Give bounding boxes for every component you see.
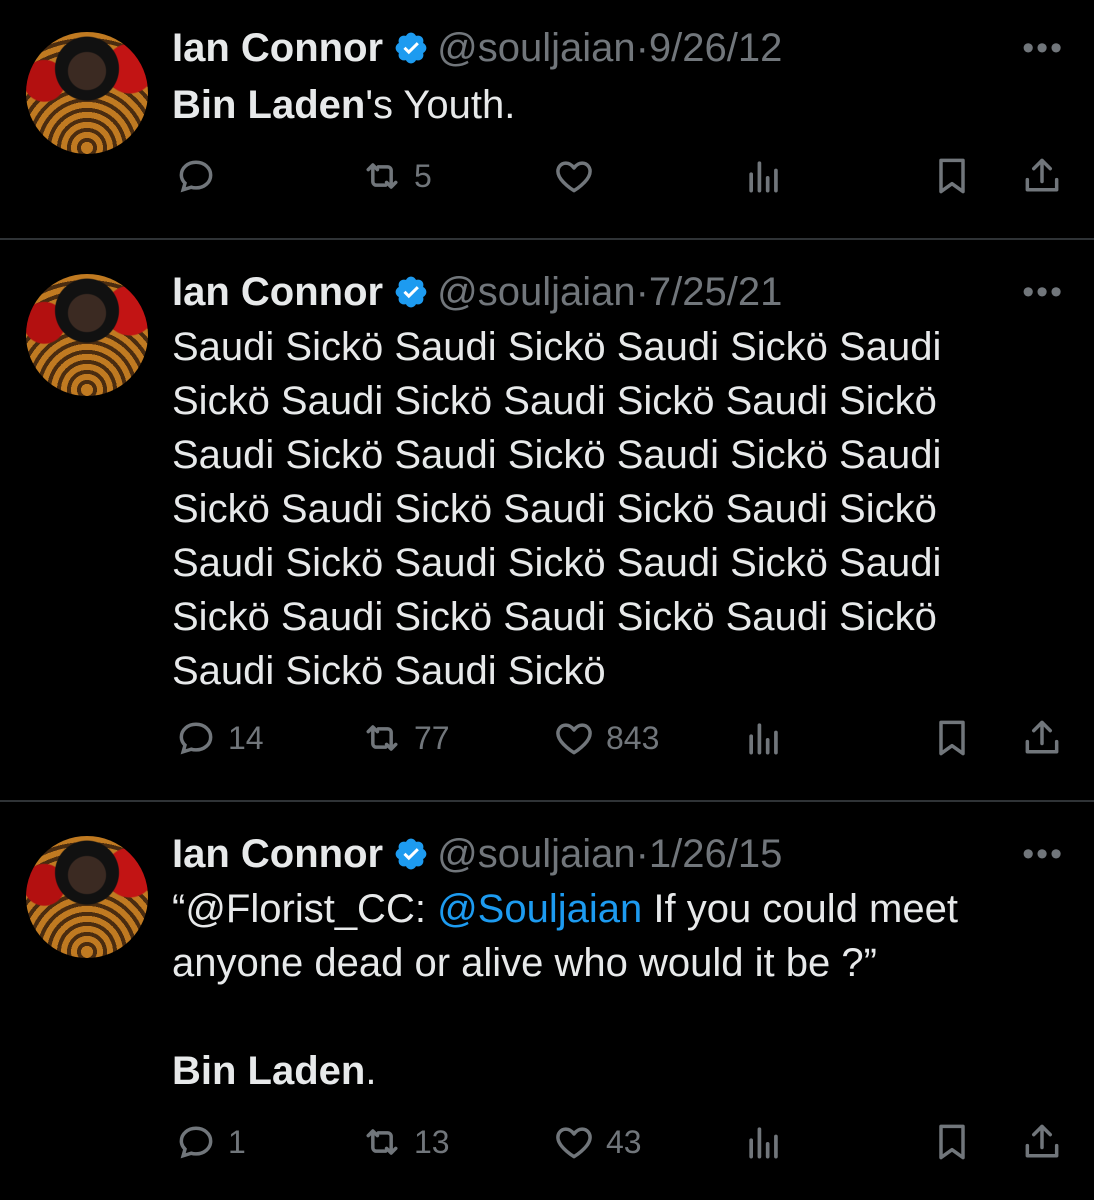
retweet-count: 13	[414, 1123, 450, 1160]
text-line: Saudi Sickö Saudi Sickö	[172, 649, 606, 693]
quote-text: If you could meet	[642, 887, 958, 931]
views-icon	[749, 1127, 778, 1159]
avatar[interactable]	[26, 836, 148, 958]
reply-button[interactable]	[174, 154, 228, 198]
tweet-text: Bin Laden's Youth.	[172, 78, 974, 132]
bookmark-button[interactable]	[930, 716, 974, 760]
like-count: 843	[606, 719, 660, 756]
tweet-text: Saudi Sickö Saudi Sickö Saudi Sickö Saud…	[172, 320, 974, 698]
retweet-button[interactable]: 77	[360, 716, 450, 760]
avatar[interactable]	[26, 32, 148, 154]
separator: ·	[635, 832, 649, 876]
retweet-icon	[366, 1129, 398, 1155]
retweet-button[interactable]: 13	[360, 1120, 450, 1164]
text-line: “@Florist_CC: @Souljaian If you could me…	[172, 882, 974, 936]
views-button[interactable]	[742, 716, 786, 760]
tweet-2[interactable]: Ian Connor @souljaian·7/25/21 ••• Saudi S…	[0, 240, 1094, 800]
tweet-1[interactable]: Ian Connor @souljaian·9/26/12 ••• Bin Lad…	[0, 0, 1094, 238]
bookmark-icon	[939, 1124, 965, 1160]
quote-prefix: “@Florist_CC:	[172, 887, 438, 931]
bookmark-icon	[939, 720, 965, 756]
author-handle[interactable]: @souljaian	[437, 270, 636, 314]
mention-link[interactable]: @Souljaian	[437, 887, 642, 931]
action-bar: 5	[0, 154, 1094, 204]
more-icon[interactable]: •••	[1022, 275, 1064, 309]
text: .	[365, 1049, 377, 1093]
reply-icon	[179, 722, 213, 755]
separator: ·	[635, 26, 649, 70]
bold-text: Bin Laden	[172, 1049, 366, 1093]
text-line: Sickö Saudi Sickö Saudi Sickö Saudi Sick…	[172, 379, 937, 423]
heart-icon	[556, 161, 592, 193]
author-name[interactable]: Ian Connor	[172, 832, 383, 876]
action-bar: 14 77 843	[0, 716, 1094, 766]
retweet-icon	[366, 725, 398, 751]
bookmark-icon	[939, 158, 965, 194]
share-icon	[1025, 1124, 1059, 1158]
like-button[interactable]	[552, 154, 606, 198]
text-line: anyone dead or alive who would it be ?”	[172, 941, 877, 985]
author-handle[interactable]: @souljaian	[437, 832, 636, 876]
text-line: Sickö Saudi Sickö Saudi Sickö Saudi Sick…	[172, 487, 937, 531]
tweet-3[interactable]: Ian Connor @souljaian·1/26/15 ••• “@Flori…	[0, 802, 1094, 1200]
tweet-date[interactable]: 1/26/15	[649, 832, 782, 876]
heart-icon	[556, 1127, 592, 1159]
action-bar: 1 13 43	[0, 1120, 1094, 1170]
reply-icon	[179, 160, 213, 193]
like-button[interactable]: 43	[552, 1120, 642, 1164]
text: 's Youth.	[365, 83, 516, 127]
bookmark-button[interactable]	[930, 1120, 974, 1164]
tweet-date[interactable]: 9/26/12	[649, 26, 782, 70]
like-count: 43	[606, 1123, 642, 1160]
reply-icon	[179, 1126, 213, 1159]
share-icon	[1025, 158, 1059, 192]
share-button[interactable]	[1020, 154, 1064, 198]
tweet-text: “@Florist_CC: @Souljaian If you could me…	[172, 882, 974, 1098]
reply-count: 1	[228, 1123, 246, 1160]
reply-count: 14	[228, 719, 264, 756]
share-icon	[1025, 720, 1059, 754]
separator: ·	[635, 270, 649, 314]
author-name[interactable]: Ian Connor	[172, 270, 383, 314]
reply-button[interactable]: 14	[174, 716, 264, 760]
text-line: Sickö Saudi Sickö Saudi Sickö Saudi Sick…	[172, 595, 937, 639]
heart-icon	[556, 723, 592, 755]
reply-button[interactable]: 1	[174, 1120, 246, 1164]
retweet-count: 77	[414, 719, 450, 756]
retweet-icon	[366, 163, 398, 189]
views-icon	[749, 161, 778, 193]
more-icon[interactable]: •••	[1022, 31, 1064, 65]
text-line: Saudi Sickö Saudi Sickö Saudi Sickö Saud…	[172, 433, 942, 477]
text-line: Saudi Sickö Saudi Sickö Saudi Sickö Saud…	[172, 541, 942, 585]
text-line: Saudi Sickö Saudi Sickö Saudi Sickö Saud…	[172, 325, 942, 369]
author-name[interactable]: Ian Connor	[172, 26, 383, 70]
avatar[interactable]	[26, 274, 148, 396]
verified-badge-icon	[395, 32, 427, 64]
share-button[interactable]	[1020, 716, 1064, 760]
retweet-count: 5	[414, 157, 432, 194]
text-line: Bin Laden.	[172, 1044, 974, 1098]
more-icon[interactable]: •••	[1022, 837, 1064, 871]
tweet-header: Ian Connor @souljaian·1/26/15	[172, 830, 782, 878]
tweet-date[interactable]: 7/25/21	[649, 270, 782, 314]
verified-badge-icon	[395, 838, 427, 870]
author-handle[interactable]: @souljaian	[437, 26, 636, 70]
tweet-header: Ian Connor @souljaian·7/25/21	[172, 268, 782, 316]
retweet-button[interactable]: 5	[360, 154, 432, 198]
views-button[interactable]	[742, 154, 786, 198]
views-button[interactable]	[742, 1120, 786, 1164]
bookmark-button[interactable]	[930, 154, 974, 198]
like-button[interactable]: 843	[552, 716, 659, 760]
bold-text: Bin Laden	[172, 83, 366, 127]
views-icon	[749, 723, 778, 755]
share-button[interactable]	[1020, 1120, 1064, 1164]
tweet-header: Ian Connor @souljaian·9/26/12	[172, 24, 782, 72]
verified-badge-icon	[395, 276, 427, 308]
